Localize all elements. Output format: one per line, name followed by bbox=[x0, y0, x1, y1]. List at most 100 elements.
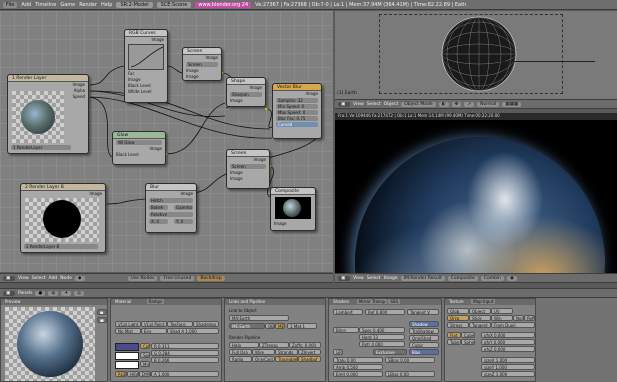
draw-type-icon[interactable]: ◐ bbox=[438, 101, 449, 107]
blur-y-field[interactable]: Y: 4 bbox=[174, 219, 193, 224]
filter-type-selector[interactable]: Hatch bbox=[149, 198, 193, 203]
bokeh-toggle[interactable]: Bokeh bbox=[149, 205, 168, 210]
select-menu[interactable]: Select bbox=[367, 276, 381, 281]
group-field[interactable]: GR: bbox=[333, 349, 343, 355]
editor-type-icon[interactable]: ▣ bbox=[338, 101, 350, 107]
win-toggle[interactable]: Win bbox=[491, 315, 513, 321]
only-shad-toggle[interactable]: OnlyShad bbox=[409, 335, 439, 341]
view-menu[interactable]: View bbox=[353, 102, 364, 107]
layer-selector[interactable]: 1 RenderLayer bbox=[11, 145, 71, 150]
screen-selector[interactable]: SR:2-Model bbox=[116, 1, 153, 8]
use-nodes-toggle[interactable]: Use Nodes bbox=[127, 275, 158, 281]
composite-nodes-icon[interactable]: ◆ bbox=[75, 275, 85, 281]
refr-slider[interactable]: Refr 4.000 bbox=[359, 341, 405, 347]
tube-toggle[interactable]: Tube bbox=[447, 339, 461, 345]
lamp-context-icon[interactable]: ✦ bbox=[61, 290, 72, 296]
object-menu[interactable]: Object bbox=[384, 102, 399, 107]
ref-slider[interactable]: Ref 0.800 bbox=[365, 309, 405, 315]
sharpen-node[interactable]: Shape Image Sharpen Image bbox=[226, 77, 266, 107]
alpha-slider[interactable]: A 1.000 bbox=[151, 371, 219, 377]
no-mist-toggle[interactable]: No Mist bbox=[115, 328, 141, 334]
size-x-field[interactable]: sizeX 1.000 bbox=[481, 357, 535, 363]
col-button[interactable]: Col bbox=[140, 343, 150, 349]
strands-button[interactable]: Strands bbox=[275, 349, 298, 355]
draw-mode-selector[interactable]: Combin bbox=[480, 275, 505, 281]
render-menu[interactable]: Render bbox=[79, 2, 97, 8]
link-ob-button[interactable]: OB bbox=[265, 323, 275, 329]
ztransp-toggle[interactable]: ZTransp bbox=[259, 342, 289, 348]
website-link[interactable]: www.blender.org 24 bbox=[195, 1, 252, 8]
cubic-toggle[interactable]: Cubic bbox=[409, 342, 439, 348]
shadow-toggle[interactable]: Shadow bbox=[409, 321, 439, 327]
orientation-selector[interactable]: Normal bbox=[477, 101, 500, 107]
only-cast-toggle[interactable]: OnlyCast bbox=[252, 356, 275, 362]
blur-x-field[interactable]: X: 4 bbox=[149, 219, 168, 224]
spe-button[interactable]: Spe bbox=[140, 352, 150, 358]
shad-alpha-field[interactable]: Shad A 1.000 bbox=[167, 328, 219, 334]
max-speed-field[interactable]: Max Speed: 0 bbox=[276, 110, 318, 115]
refl-toggle[interactable]: Refl bbox=[524, 315, 535, 321]
material-name-field[interactable]: MA:Earth bbox=[229, 315, 289, 321]
hsv-toggle[interactable]: HSV bbox=[127, 371, 139, 377]
image-selector[interactable]: IM:Render Result bbox=[400, 275, 445, 281]
material-context-icon[interactable]: ◍ bbox=[48, 290, 59, 296]
stress-toggle[interactable]: Stress bbox=[447, 322, 469, 328]
panels-menu[interactable]: Panels bbox=[18, 291, 32, 296]
shading-context-icon[interactable]: ● bbox=[35, 290, 46, 296]
bias-toggle[interactable]: Bias bbox=[409, 349, 439, 355]
vector-blur-node[interactable]: Vector Blur Image Samples: 32 Min Speed:… bbox=[272, 83, 322, 139]
node-menu[interactable]: Node bbox=[60, 276, 72, 281]
material-index-field[interactable]: 1 Mat 1 bbox=[287, 323, 317, 329]
from-dupli-toggle[interactable]: From Dupli bbox=[491, 322, 535, 328]
spec-slider[interactable]: Spec 0.400 bbox=[359, 327, 405, 333]
ramps-tab[interactable]: Ramps bbox=[146, 299, 165, 304]
zinvert-toggle[interactable]: ZInvert bbox=[298, 349, 321, 355]
full-osa-toggle[interactable]: Full Osa bbox=[229, 349, 252, 355]
flat-toggle[interactable]: Flat bbox=[447, 332, 461, 338]
orco-toggle[interactable]: Orco bbox=[447, 315, 469, 321]
screen-mix-node-2[interactable]: Screen Image Screen Image Image bbox=[226, 149, 270, 189]
shaders-tab[interactable]: Shaders bbox=[333, 299, 349, 304]
blur-fac-field[interactable]: Blur Fac: 0.75 bbox=[276, 116, 318, 121]
texture-tab[interactable]: Texture bbox=[449, 299, 464, 304]
wire-toggle[interactable]: Wire bbox=[252, 349, 275, 355]
node-editor[interactable]: 1 Render Layer Image Alpha Speed 1 Rende… bbox=[0, 11, 333, 272]
mode-selector[interactable]: Object Mode bbox=[401, 101, 436, 107]
relative-toggle[interactable]: Relative bbox=[149, 212, 193, 217]
map-input-tab[interactable]: Map Input bbox=[471, 299, 496, 304]
sbias-slider[interactable]: SBias 0.00 bbox=[385, 357, 435, 363]
manipulator-icon[interactable]: ↗ bbox=[464, 101, 475, 107]
stick-toggle[interactable]: Stick bbox=[469, 315, 491, 321]
mirror-transp-tab[interactable]: Mirror Transp bbox=[356, 299, 388, 304]
scene-selector[interactable]: SCE:Scone bbox=[156, 1, 192, 8]
size-z-field[interactable]: sizeZ 1.000 bbox=[481, 371, 535, 377]
glow-field[interactable]: WI Glow bbox=[116, 140, 162, 145]
min-speed-field[interactable]: Min Speed: 0 bbox=[276, 104, 318, 109]
render-pass-selector[interactable]: Composite bbox=[447, 275, 478, 281]
rgb-toggle[interactable]: RGB bbox=[115, 371, 127, 377]
uv-toggle[interactable]: UV bbox=[491, 308, 513, 314]
zoffs-field[interactable]: Zoffs: 0.000 bbox=[289, 342, 321, 348]
material-tab[interactable]: Material bbox=[115, 299, 131, 304]
samples-field[interactable]: Samples: 32 bbox=[276, 98, 318, 103]
amb-slider[interactable]: Amb 0.500 bbox=[333, 364, 383, 370]
game-menu[interactable]: Game bbox=[60, 2, 75, 8]
backdrop-toggle[interactable]: Backdrop bbox=[197, 275, 225, 281]
rgb-curves-node[interactable]: RGB Curves Image Fac Image Black Level W… bbox=[124, 29, 168, 103]
texface-toggle[interactable]: TexFace bbox=[167, 321, 193, 327]
mirror-swatch[interactable] bbox=[115, 361, 139, 369]
editor-type-icon[interactable]: ▣ bbox=[338, 275, 350, 281]
sss-tab[interactable]: SSS bbox=[388, 299, 400, 304]
filter-mode-selector[interactable]: Sharpen bbox=[230, 92, 262, 97]
render-result-view[interactable]: Fra:1 Ve:109446 Fa:217472 | Ob:1 La:1 Me… bbox=[335, 113, 617, 273]
object-toggle[interactable]: Object bbox=[469, 308, 491, 314]
screen-mix-node[interactable]: Screen Image Screen Image Image bbox=[182, 47, 222, 81]
glow-node[interactable]: Glow WI Glow Image Black Level bbox=[112, 131, 166, 165]
gamma-toggle[interactable]: Gamma bbox=[174, 205, 193, 210]
shadeless-toggle[interactable]: Shadeless bbox=[193, 321, 219, 327]
editor-type-icon[interactable]: ▣ bbox=[3, 290, 15, 296]
add-menu[interactable]: Add bbox=[21, 2, 31, 8]
ofs-y-field[interactable]: ofsY 0.000 bbox=[481, 339, 535, 345]
sphe-toggle[interactable]: Sphe bbox=[461, 339, 475, 345]
size-y-field[interactable]: sizeY 1.000 bbox=[481, 364, 535, 370]
